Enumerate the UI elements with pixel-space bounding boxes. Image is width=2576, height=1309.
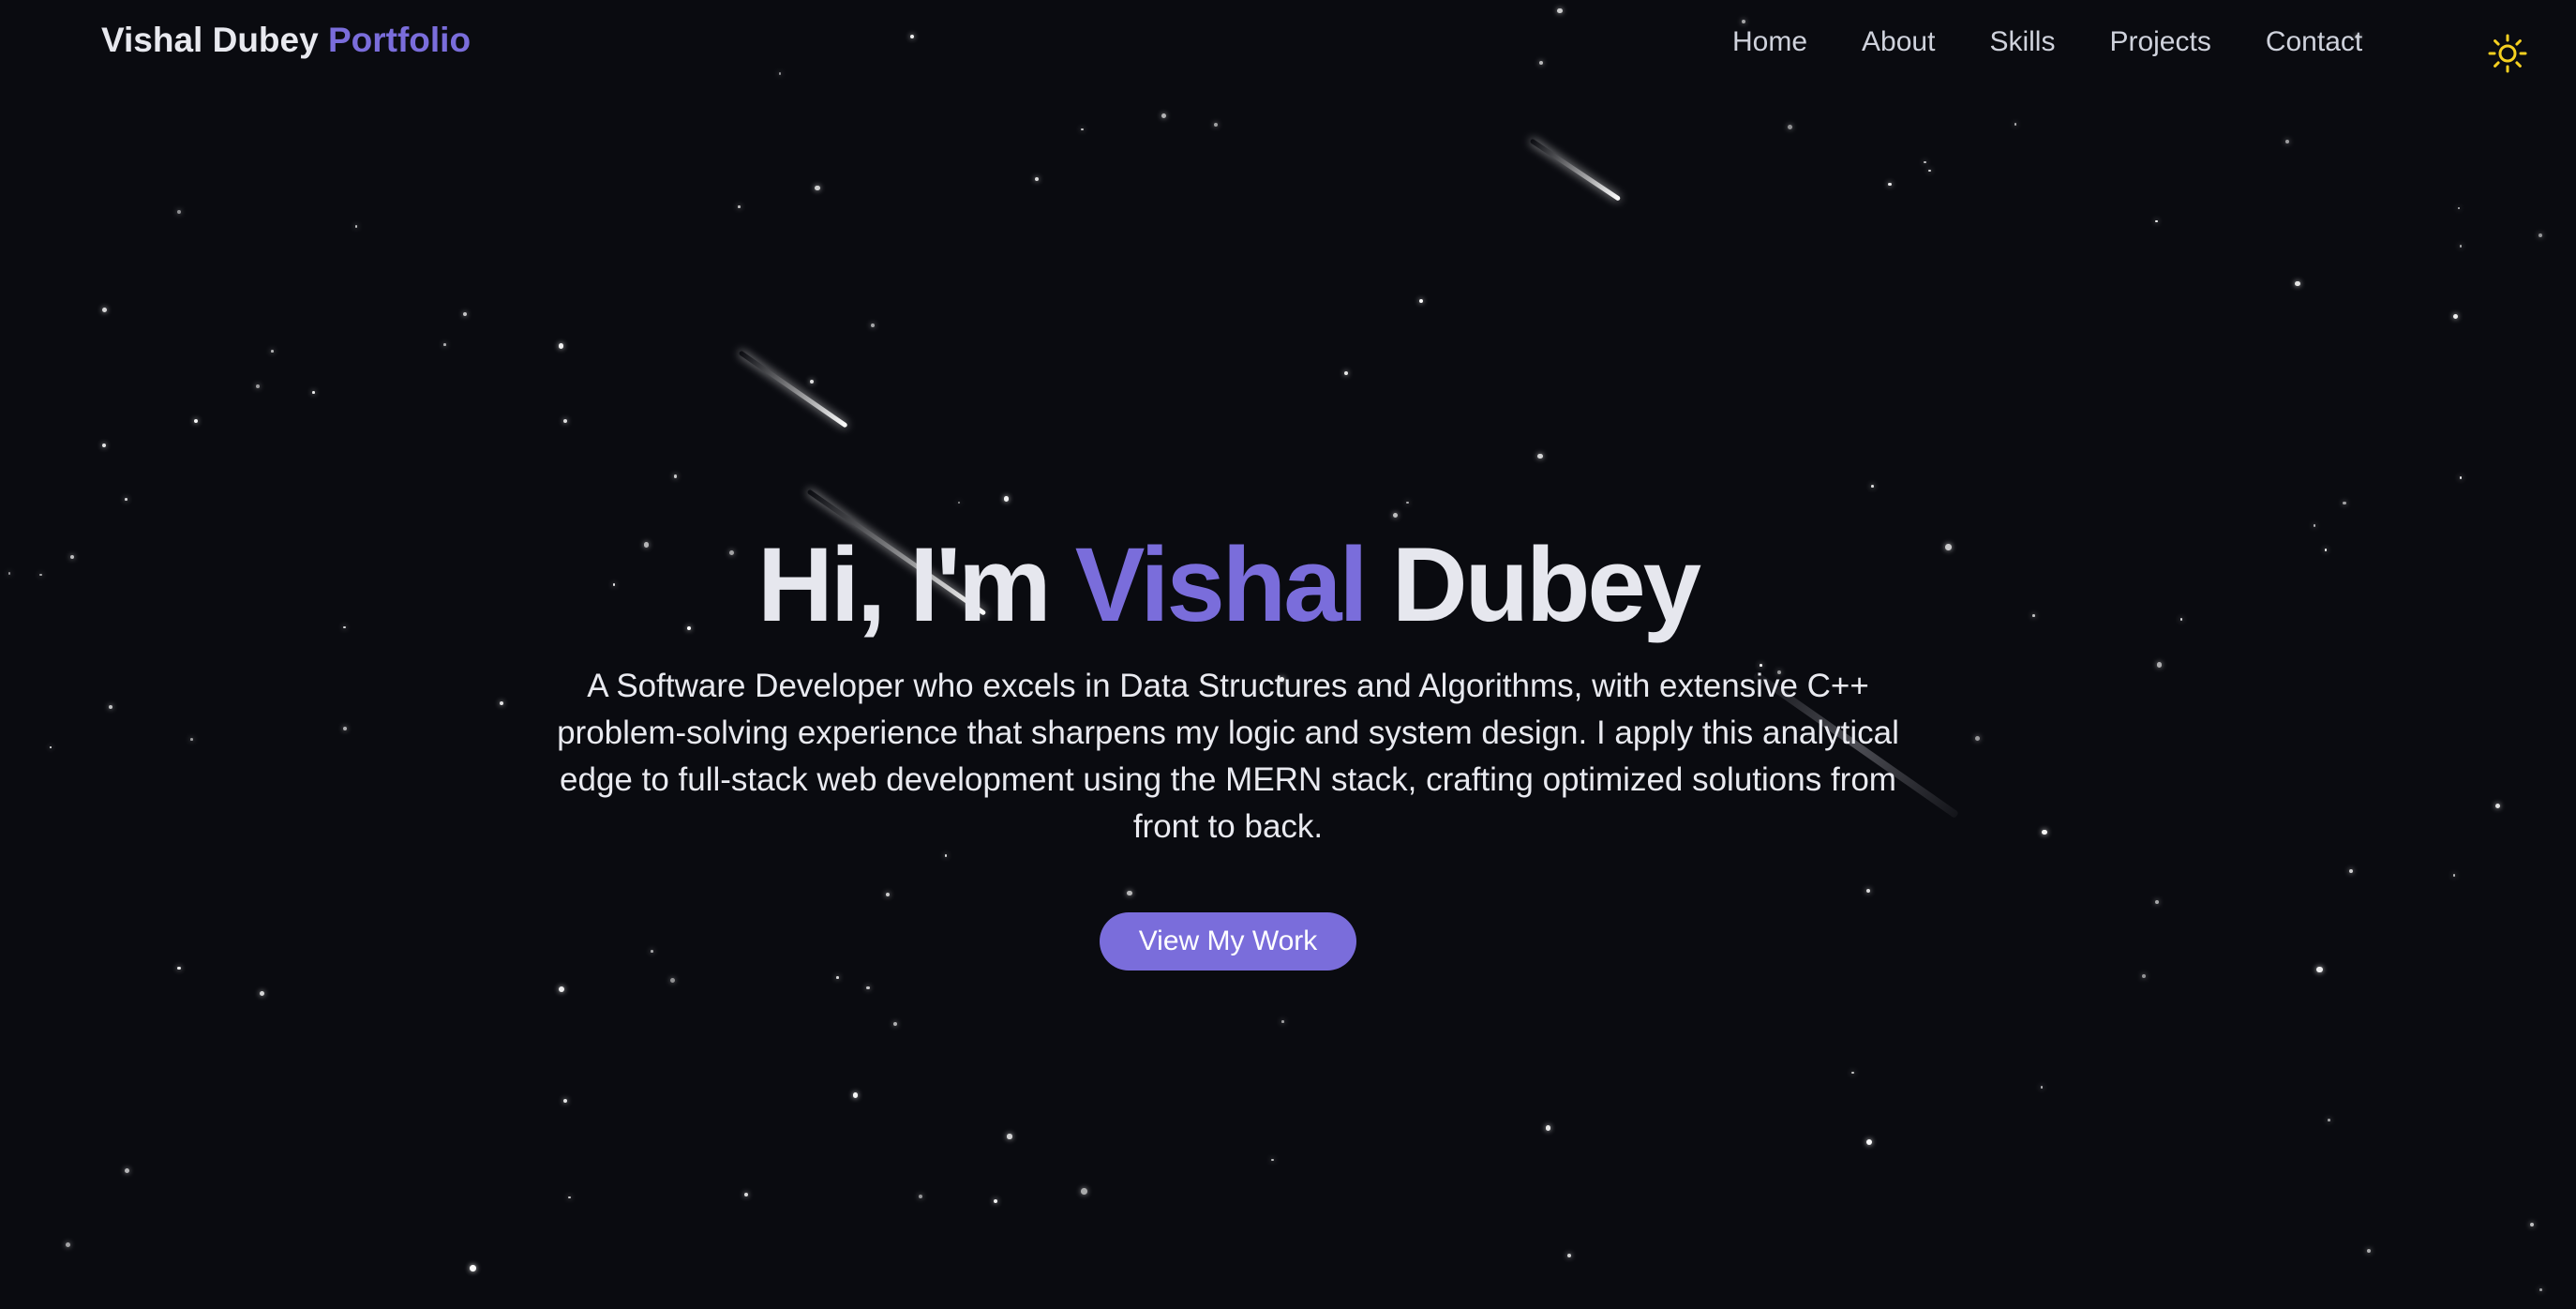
star: [125, 1168, 130, 1174]
star: [568, 1196, 571, 1199]
star: [2538, 233, 2542, 237]
main-nav: Home About Skills Projects Contact: [1732, 26, 2362, 58]
brand-logo[interactable]: Vishal Dubey Portfolio: [101, 21, 471, 60]
star: [1214, 123, 1219, 128]
star: [2452, 313, 2458, 319]
star: [918, 1195, 922, 1199]
star: [558, 986, 565, 993]
nav-contact[interactable]: Contact: [2266, 26, 2362, 58]
star: [1928, 169, 1932, 173]
star: [2343, 501, 2347, 505]
star: [673, 474, 678, 479]
star: [311, 391, 315, 394]
star: [2529, 1222, 2534, 1226]
star: [1035, 177, 1040, 182]
view-my-work-button[interactable]: View My Work: [1099, 911, 1357, 970]
star: [2014, 123, 2017, 127]
navbar: Vishal Dubey Portfolio Home About Skills…: [0, 0, 2576, 90]
star: [870, 323, 875, 328]
star: [836, 976, 839, 979]
star: [1081, 1188, 1087, 1195]
star: [66, 1241, 71, 1248]
star: [852, 1092, 858, 1098]
star: [177, 210, 182, 215]
star: [1865, 1138, 1873, 1146]
hero-description: A Software Developer who excels in Data …: [557, 667, 1899, 845]
star: [865, 986, 870, 990]
star: [1419, 298, 1424, 303]
star: [1546, 1125, 1551, 1131]
star: [354, 225, 358, 228]
star: [470, 1265, 476, 1272]
star: [893, 1022, 898, 1027]
star: [2459, 245, 2463, 248]
star: [1081, 128, 1084, 131]
hero-heading: Hi, I'm Vishal Dubey: [756, 525, 1701, 646]
nav-about[interactable]: About: [1862, 26, 1935, 58]
star: [1393, 512, 1399, 519]
star: [1871, 485, 1874, 488]
star: [443, 343, 446, 346]
star: [815, 186, 820, 191]
star: [1537, 453, 1543, 459]
page-background: Vishal Dubey Portfolio Home About Skills…: [0, 0, 2576, 1309]
star: [1007, 1134, 1012, 1139]
star: [463, 311, 468, 316]
sun-icon: [2488, 34, 2527, 73]
star: [810, 379, 814, 384]
star: [256, 384, 261, 389]
hero-last-name: Dubey: [1391, 526, 1701, 643]
star: [193, 418, 198, 423]
star: [2459, 476, 2463, 479]
star: [2457, 206, 2461, 210]
star: [1924, 160, 1926, 164]
star: [1406, 501, 1409, 504]
star: [957, 501, 961, 504]
star: [1887, 182, 1892, 187]
nav-home[interactable]: Home: [1732, 26, 1807, 58]
brand-name: Vishal Dubey: [101, 21, 319, 59]
star: [2040, 1086, 2044, 1090]
star: [743, 1193, 748, 1197]
star: [259, 990, 265, 997]
star: [563, 418, 568, 423]
star: [670, 977, 676, 984]
star: [271, 350, 274, 353]
star: [2328, 1119, 2330, 1122]
star: [101, 444, 106, 448]
star: [1281, 1020, 1284, 1023]
star: [2155, 219, 2158, 223]
star: [2495, 803, 2501, 809]
star: [737, 205, 741, 208]
nav-skills[interactable]: Skills: [1989, 26, 2055, 58]
star: [558, 343, 564, 349]
star: [125, 498, 127, 501]
star: [2539, 1288, 2543, 1291]
star: [1851, 1071, 1854, 1075]
star: [1161, 113, 1167, 119]
shooting-star: [1529, 138, 1622, 202]
star: [2367, 1248, 2372, 1253]
star: [1343, 371, 1348, 375]
star: [2284, 139, 2289, 143]
hero-section: Hi, I'm Vishal Dubey A Software Develope…: [0, 525, 2456, 970]
star: [2142, 974, 2147, 979]
brand-accent: Portfolio: [327, 21, 472, 59]
nav-projects[interactable]: Projects: [2109, 26, 2210, 58]
star: [1271, 1158, 1275, 1162]
hero-first-name: Vishal: [1074, 526, 1369, 643]
theme-toggle-button[interactable]: [2486, 32, 2529, 75]
star: [1003, 496, 1010, 502]
star: [994, 1199, 998, 1204]
star: [2295, 280, 2300, 286]
shooting-star: [738, 350, 847, 429]
star: [563, 1099, 568, 1104]
star: [101, 307, 107, 312]
hero-greeting: Hi, I'm: [756, 526, 1052, 643]
star: [1787, 125, 1793, 130]
star: [1566, 1254, 1571, 1258]
